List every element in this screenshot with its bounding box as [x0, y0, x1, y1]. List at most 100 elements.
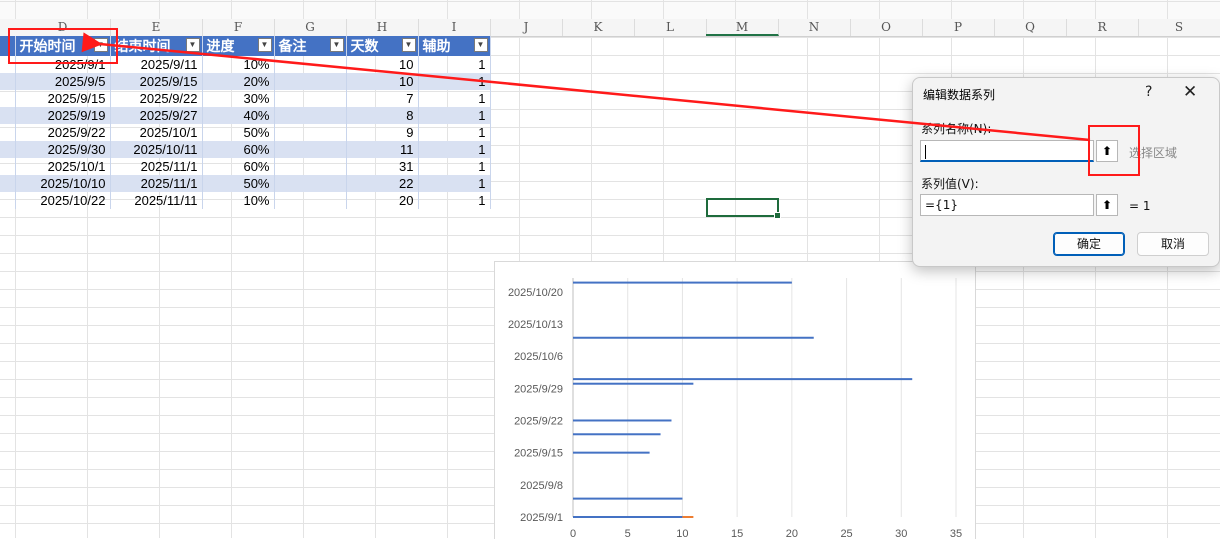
series-values-input[interactable]: ={1} [920, 194, 1094, 216]
cell-note[interactable] [274, 192, 347, 209]
column-header-m[interactable]: M [706, 19, 779, 36]
cell-aux[interactable]: 1 [418, 192, 491, 209]
column-header-n[interactable]: N [778, 19, 851, 36]
cell-end[interactable]: 2025/10/11 [110, 141, 203, 158]
row-header[interactable] [0, 175, 16, 192]
cell-progress[interactable]: 10% [202, 56, 275, 73]
cell-note[interactable] [274, 175, 347, 192]
bar-2025/9/5 [573, 497, 683, 500]
cell-aux[interactable]: 1 [418, 90, 491, 107]
header-days[interactable]: 天数 ▼ [346, 36, 419, 56]
cell-aux[interactable]: 1 [418, 124, 491, 141]
cell-start[interactable]: 2025/9/15 [15, 90, 111, 107]
series-name-input[interactable] [920, 140, 1094, 162]
cell-start[interactable]: 2025/9/30 [15, 141, 111, 158]
filter-dropdown-icon[interactable]: ▼ [473, 38, 488, 52]
ok-button[interactable]: 确定 [1053, 232, 1125, 256]
gantt-chart[interactable]: 0 5 10 15 20 25 30 35 2025/9/1 2025/9/8 2025/9/15 2… [494, 261, 976, 540]
cell-progress[interactable]: 20% [202, 73, 275, 90]
row-header[interactable] [0, 124, 16, 141]
row-header[interactable] [0, 158, 16, 175]
row-header[interactable] [0, 107, 16, 124]
cell-note[interactable] [274, 56, 347, 73]
cell-start[interactable]: 2025/10/22 [15, 192, 111, 209]
cell-aux[interactable]: 1 [418, 158, 491, 175]
cell-end[interactable]: 2025/11/1 [110, 175, 203, 192]
cell-days[interactable]: 9 [346, 124, 419, 141]
selected-cell-m10[interactable] [706, 198, 781, 219]
cell-note[interactable] [274, 73, 347, 90]
cell-progress[interactable]: 40% [202, 107, 275, 124]
cell-progress[interactable]: 10% [202, 192, 275, 209]
cell-note[interactable] [274, 107, 347, 124]
cell-aux[interactable]: 1 [418, 175, 491, 192]
cell-progress[interactable]: 60% [202, 141, 275, 158]
cell-start[interactable]: 2025/9/19 [15, 107, 111, 124]
cell-progress[interactable]: 50% [202, 175, 275, 192]
cell-progress[interactable]: 30% [202, 90, 275, 107]
cell-progress[interactable]: 50% [202, 124, 275, 141]
row-header[interactable] [0, 141, 16, 158]
column-header-i[interactable]: I [418, 19, 491, 36]
cell-days[interactable]: 8 [346, 107, 419, 124]
column-header-r[interactable]: R [1066, 19, 1139, 36]
header-note[interactable]: 备注 ▼ [274, 36, 347, 56]
collapse-range-button-values[interactable]: ⬆ [1096, 194, 1118, 216]
cell-days[interactable]: 20 [346, 192, 419, 209]
column-header-p[interactable]: P [922, 19, 995, 36]
header-aux[interactable]: 辅助 ▼ [418, 36, 491, 56]
cell-aux[interactable]: 1 [418, 141, 491, 158]
column-header-q[interactable]: Q [994, 19, 1067, 36]
cell-end[interactable]: 2025/11/1 [110, 158, 203, 175]
column-header-l[interactable]: L [634, 19, 707, 36]
cell-aux[interactable]: 1 [418, 107, 491, 124]
cell-days[interactable]: 7 [346, 90, 419, 107]
column-header-e[interactable]: E [110, 19, 203, 36]
cell-progress[interactable]: 60% [202, 158, 275, 175]
column-header-o[interactable]: O [850, 19, 923, 36]
cell-start[interactable]: 2025/10/1 [15, 158, 111, 175]
cell-note[interactable] [274, 141, 347, 158]
row-header[interactable] [0, 192, 16, 209]
row-header[interactable] [0, 90, 16, 107]
bar-2025/10/22 [573, 281, 792, 284]
cell-note[interactable] [274, 158, 347, 175]
cell-note[interactable] [274, 90, 347, 107]
cell-days[interactable]: 11 [346, 141, 419, 158]
cell-end[interactable]: 2025/9/15 [110, 73, 203, 90]
filter-dropdown-icon[interactable]: ▼ [185, 38, 200, 52]
cell-aux[interactable]: 1 [418, 56, 491, 73]
cell-end[interactable]: 2025/9/11 [110, 56, 203, 73]
header-progress[interactable]: 进度 ▼ [202, 36, 275, 56]
close-icon[interactable]: ✕ [1183, 82, 1197, 102]
column-header-j[interactable]: J [490, 19, 563, 36]
column-header-g[interactable]: G [274, 19, 347, 36]
column-header-s[interactable]: S [1138, 19, 1220, 36]
column-header-k[interactable]: K [562, 19, 635, 36]
row-header[interactable] [0, 73, 16, 90]
filter-dropdown-icon[interactable]: ▼ [257, 38, 272, 52]
cell-days[interactable]: 31 [346, 158, 419, 175]
y-tick-label: 2025/10/20 [508, 287, 563, 299]
cell-days[interactable]: 10 [346, 73, 419, 90]
column-header-f[interactable]: F [202, 19, 275, 36]
cell-end[interactable]: 2025/9/27 [110, 107, 203, 124]
cell-end[interactable]: 2025/10/1 [110, 124, 203, 141]
cell-note[interactable] [274, 124, 347, 141]
filter-dropdown-icon[interactable]: ▼ [401, 38, 416, 52]
cell-start[interactable]: 2025/9/22 [15, 124, 111, 141]
header-label: 备注 [278, 38, 307, 54]
cell-end[interactable]: 2025/9/22 [110, 90, 203, 107]
column-header-h[interactable]: H [346, 19, 419, 36]
cell-start[interactable]: 2025/9/5 [15, 73, 111, 90]
help-icon[interactable]: ? [1145, 84, 1152, 100]
cell-start[interactable]: 2025/10/10 [15, 175, 111, 192]
cell-end[interactable]: 2025/11/11 [110, 192, 203, 209]
filter-dropdown-icon[interactable]: ▼ [329, 38, 344, 52]
arrow-up-icon: ⬆ [1101, 198, 1113, 212]
cell-aux[interactable]: 1 [418, 73, 491, 90]
cancel-button[interactable]: 取消 [1137, 232, 1209, 256]
cell-days[interactable]: 10 [346, 56, 419, 73]
cell-days[interactable]: 22 [346, 175, 419, 192]
header-end-date[interactable]: 结束时间 ▼ [110, 36, 203, 56]
